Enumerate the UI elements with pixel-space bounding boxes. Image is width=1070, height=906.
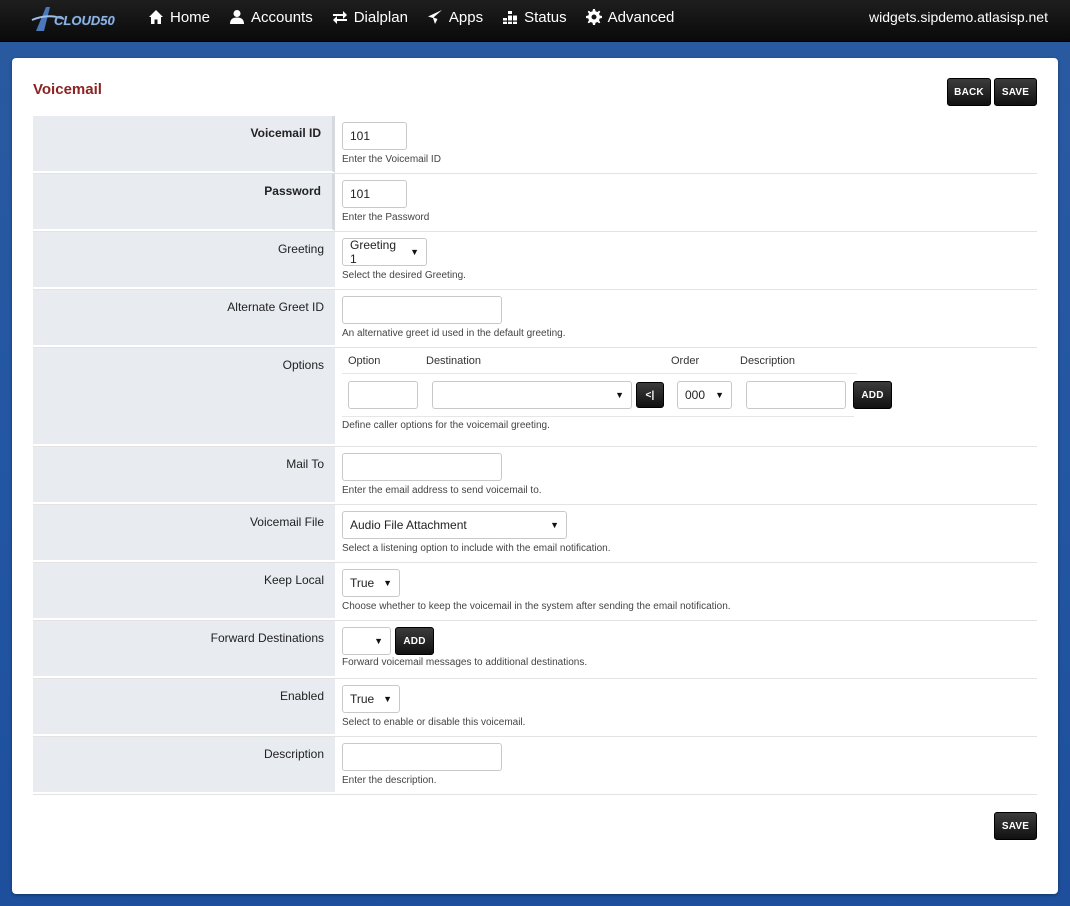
options-hint: Define caller options for the voicemail … — [342, 416, 854, 431]
nav-advanced[interactable]: Advanced — [585, 0, 675, 34]
main-nav: Home Accounts Dialplan Apps Status Advan… — [148, 0, 693, 34]
enabled-hint: Select to enable or disable this voicema… — [342, 717, 526, 728]
greeting-hint: Select the desired Greeting. — [342, 270, 466, 281]
chart-icon — [502, 9, 518, 25]
enabled-value: True — [350, 692, 375, 706]
greeting-value: Greeting 1 — [350, 238, 397, 266]
row-greeting: Greeting Greeting 1 ▼ Select the desired… — [33, 232, 1037, 290]
nav-home[interactable]: Home — [148, 0, 210, 34]
options-entry-row: ▼ <| 000 ▼ ADD — [342, 374, 1037, 416]
option-description-input[interactable] — [746, 381, 846, 409]
caret-down-icon: ▼ — [550, 520, 559, 530]
alternate-greet-id-input[interactable] — [342, 296, 502, 324]
option-destination-select[interactable]: ▼ — [432, 381, 632, 409]
logo-text: CLOUD50 — [54, 13, 115, 28]
row-keep-local: Keep Local True ▼ Choose whether to keep… — [33, 563, 1037, 621]
keep-local-select[interactable]: True ▼ — [342, 569, 400, 597]
options-col-order: Order — [671, 354, 700, 367]
nav-accounts-label: Accounts — [251, 8, 313, 26]
caret-down-icon: ▼ — [715, 390, 724, 400]
caret-down-icon: ▼ — [383, 694, 392, 704]
password-hint: Enter the Password — [342, 212, 430, 223]
options-table-header: Option Destination Order Description — [342, 348, 857, 374]
nav-apps[interactable]: Apps — [427, 0, 483, 34]
send-icon — [427, 9, 443, 25]
row-options: Options Option Destination Order Descrip… — [33, 348, 1037, 447]
option-back-button[interactable]: <| — [636, 382, 664, 408]
voicemail-file-select[interactable]: Audio File Attachment ▼ — [342, 511, 567, 539]
option-key-input[interactable] — [348, 381, 418, 409]
keep-local-label: Keep Local — [33, 563, 335, 620]
row-voicemail-file: Voicemail File Audio File Attachment ▼ S… — [33, 505, 1037, 563]
gear-icon — [585, 9, 602, 25]
options-col-description: Description — [740, 354, 796, 367]
save-button-bottom[interactable]: SAVE — [994, 812, 1037, 840]
nav-home-label: Home — [170, 8, 211, 26]
nav-status-label: Status — [524, 8, 567, 26]
description-hint: Enter the description. — [342, 775, 437, 786]
password-label: Password — [33, 174, 335, 231]
user-icon — [229, 9, 245, 25]
row-alternate-greet-id: Alternate Greet ID An alternative greet … — [33, 290, 1037, 348]
forward-destinations-select[interactable]: ▼ — [342, 627, 391, 655]
enabled-label: Enabled — [33, 679, 335, 736]
options-col-destination: Destination — [426, 354, 482, 367]
voicemail-file-value: Audio File Attachment — [350, 518, 467, 532]
transfer-icon — [332, 9, 348, 25]
forward-destinations-hint: Forward voicemail messages to additional… — [342, 657, 588, 668]
voicemail-file-hint: Select a listening option to include wit… — [342, 543, 611, 554]
nav-status[interactable]: Status — [502, 0, 567, 34]
domain-label: widgets.sipdemo.atlasisp.net — [869, 9, 1048, 25]
row-description: Description Enter the description. — [33, 737, 1037, 795]
nav-apps-label: Apps — [448, 8, 484, 26]
voicemail-id-input[interactable]: 101 — [342, 122, 407, 150]
option-order-value: 000 — [685, 388, 706, 402]
options-label: Options — [33, 348, 335, 446]
voicemail-form: Voicemail ID 101 Enter the Voicemail ID … — [33, 116, 1037, 795]
row-mail-to: Mail To Enter the email address to send … — [33, 447, 1037, 505]
alternate-greet-id-hint: An alternative greet id used in the defa… — [342, 328, 566, 339]
greeting-select[interactable]: Greeting 1 ▼ — [342, 238, 427, 266]
nav-dialplan-label: Dialplan — [353, 8, 408, 26]
greeting-label: Greeting — [33, 232, 335, 289]
voicemail-panel: Voicemail BACK SAVE Voicemail ID 101 Ent… — [12, 58, 1058, 894]
top-navbar: CLOUD50 Home Accounts Dialplan Apps Stat… — [0, 0, 1070, 42]
forward-destinations-label: Forward Destinations — [33, 621, 335, 678]
nav-accounts[interactable]: Accounts — [229, 0, 313, 34]
mail-to-hint: Enter the email address to send voicemai… — [342, 485, 542, 496]
caret-down-icon: ▼ — [615, 390, 624, 400]
enabled-select[interactable]: True ▼ — [342, 685, 400, 713]
caret-down-icon: ▼ — [383, 578, 392, 588]
voicemail-id-label: Voicemail ID — [33, 116, 335, 173]
row-password: Password 101 Enter the Password — [33, 174, 1037, 232]
nav-advanced-label: Advanced — [607, 8, 675, 26]
forward-destinations-add-button[interactable]: ADD — [395, 627, 434, 655]
row-enabled: Enabled True ▼ Select to enable or disab… — [33, 679, 1037, 737]
page-title: Voicemail — [33, 81, 102, 98]
caret-down-icon: ▼ — [410, 247, 419, 257]
home-icon — [148, 9, 164, 25]
row-voicemail-id: Voicemail ID 101 Enter the Voicemail ID — [33, 116, 1037, 174]
row-forward-destinations: Forward Destinations ▼ ADD Forward voice… — [33, 621, 1037, 679]
mail-to-input[interactable] — [342, 453, 502, 481]
caret-down-icon: ▼ — [374, 636, 383, 646]
option-add-button[interactable]: ADD — [853, 381, 892, 409]
brand-logo[interactable]: CLOUD50 — [30, 4, 120, 34]
mail-to-label: Mail To — [33, 447, 335, 504]
description-input[interactable] — [342, 743, 502, 771]
password-input[interactable]: 101 — [342, 180, 407, 208]
description-label: Description — [33, 737, 335, 794]
alternate-greet-id-label: Alternate Greet ID — [33, 290, 335, 347]
options-col-option: Option — [348, 354, 381, 367]
keep-local-hint: Choose whether to keep the voicemail in … — [342, 601, 731, 612]
voicemail-file-label: Voicemail File — [33, 505, 335, 562]
back-button[interactable]: BACK — [947, 78, 991, 106]
nav-dialplan[interactable]: Dialplan — [332, 0, 408, 34]
save-button-top[interactable]: SAVE — [994, 78, 1037, 106]
voicemail-id-hint: Enter the Voicemail ID — [342, 154, 441, 165]
keep-local-value: True — [350, 576, 375, 590]
option-order-select[interactable]: 000 ▼ — [677, 381, 732, 409]
